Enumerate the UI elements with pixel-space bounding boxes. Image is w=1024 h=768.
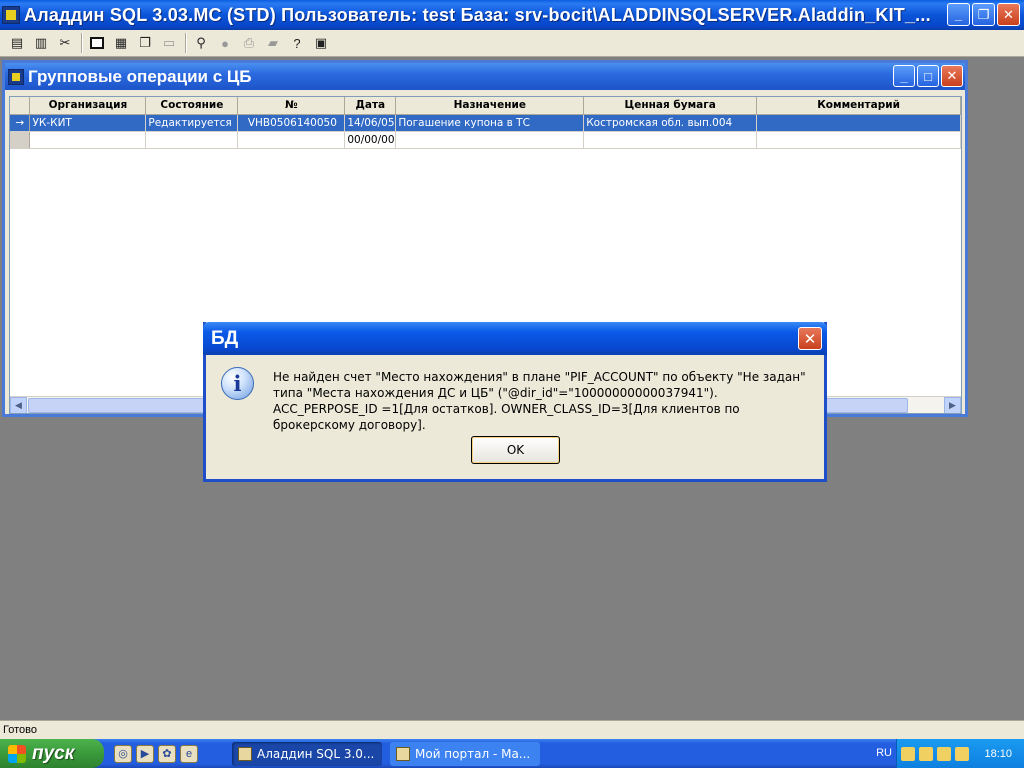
cell-state[interactable]: Редактируется <box>145 114 239 132</box>
child-window-controls: _ □ ✕ <box>893 65 963 87</box>
toolbar: ▤ ▥ ✂ ▦ ❐ ▭ ⚲ ● ⎙ ▰ ? ▣ <box>0 30 1024 57</box>
taskbar: пуск ◎ ▶ ✿ e Аладдин SQL 3.0... Мой порт… <box>0 739 1024 768</box>
minimize-button[interactable]: _ <box>947 3 970 26</box>
cell-number[interactable] <box>237 131 346 149</box>
monitor-icon[interactable] <box>955 746 969 761</box>
column-header-state[interactable]: Состояние <box>145 97 239 115</box>
tile-icon[interactable]: ▦ <box>110 32 132 54</box>
taskbar-item-label: Мой портал - Ма... <box>415 746 531 761</box>
network-icon[interactable] <box>937 746 951 761</box>
dialog-message: Не найден счет "Место нахождения" в план… <box>273 370 806 432</box>
cell-date[interactable]: 00/00/00 <box>344 131 397 149</box>
app-icon <box>2 6 20 24</box>
cell-purpose[interactable] <box>395 131 585 149</box>
column-header-comment[interactable]: Комментарий <box>756 97 961 115</box>
status-text: Готово <box>3 724 37 736</box>
cell-comment[interactable] <box>756 114 961 132</box>
minimize-button[interactable]: _ <box>893 65 915 87</box>
filter-icon[interactable]: ✂ <box>54 32 76 54</box>
column-header-indicator[interactable] <box>10 97 31 115</box>
app-icon <box>238 746 252 761</box>
arrange-icon[interactable]: ▭ <box>158 32 180 54</box>
row-indicator <box>10 131 31 149</box>
column-header-date[interactable]: Дата <box>344 97 397 115</box>
taskbar-item-aladdin[interactable]: Аладдин SQL 3.0... <box>232 741 382 766</box>
status-bar: Готово <box>0 720 1024 739</box>
column-header-security[interactable]: Ценная бумага <box>583 97 758 115</box>
ok-button[interactable]: OK <box>471 436 560 464</box>
calculator-icon[interactable]: ▣ <box>310 32 332 54</box>
window-controls: _ ❐ ✕ <box>947 3 1020 26</box>
close-button[interactable]: ✕ <box>997 3 1020 26</box>
cell-security[interactable]: Костромская обл. вып.004 <box>583 114 758 132</box>
dialog-title: БД <box>211 327 239 349</box>
tray-expand-icon[interactable] <box>901 746 915 761</box>
system-tray: 18:10 <box>896 739 1024 768</box>
toolbar-separator <box>81 33 83 53</box>
cell-security[interactable] <box>583 131 758 149</box>
database-icon[interactable]: ▥ <box>30 32 52 54</box>
taskbar-item-label: Аладдин SQL 3.0... <box>257 746 375 761</box>
maximize-button[interactable]: □ <box>917 65 939 87</box>
dialog-close-button[interactable]: ✕ <box>798 327 822 350</box>
table-header-row: Организация Состояние № Дата Назначение … <box>10 97 961 115</box>
cell-date[interactable]: 14/06/05 <box>344 114 397 132</box>
table-row[interactable]: 00/00/00 <box>10 131 961 149</box>
cascade-icon[interactable]: ❐ <box>134 32 156 54</box>
messenger-icon[interactable]: ✿ <box>158 744 176 763</box>
main-window-titlebar[interactable]: Аладдин SQL 3.03.MC (STD) Пользователь: … <box>0 0 1024 30</box>
child-window-titlebar[interactable]: Групповые операции с ЦБ _ □ ✕ <box>5 63 965 90</box>
outlook-icon[interactable]: ◎ <box>114 744 132 763</box>
cell-organization[interactable] <box>29 131 147 149</box>
main-window-title: Аладдин SQL 3.03.MC (STD) Пользователь: … <box>24 4 931 25</box>
quick-launch: ◎ ▶ ✿ e <box>114 744 198 763</box>
info-icon: i <box>221 367 254 400</box>
cell-purpose[interactable]: Погашение купона в ТС <box>395 114 585 132</box>
help-icon[interactable]: ? <box>286 32 308 54</box>
print-icon[interactable]: ⎙ <box>238 32 260 54</box>
language-indicator[interactable]: RU <box>876 747 892 759</box>
operations-table: Организация Состояние № Дата Назначение … <box>10 97 961 149</box>
toolbar-separator <box>185 33 187 53</box>
cell-organization[interactable]: УК-КИТ <box>29 114 147 132</box>
taskbar-item-portal[interactable]: Мой портал - Ма... <box>390 741 540 766</box>
table-row[interactable]: → УК-КИТ Редактируется VHB0506140050 14/… <box>10 114 961 132</box>
cell-number[interactable]: VHB0506140050 <box>237 114 346 132</box>
stamp-icon[interactable]: ● <box>214 32 236 54</box>
app-icon <box>8 68 24 85</box>
column-header-purpose[interactable]: Назначение <box>395 97 585 115</box>
export-icon[interactable]: ▰ <box>262 32 284 54</box>
restore-button[interactable]: ❐ <box>972 3 995 26</box>
browser-icon <box>396 746 410 761</box>
tray-app-icon[interactable] <box>919 746 933 761</box>
dialog-titlebar[interactable]: БД <box>203 322 827 355</box>
close-button[interactable]: ✕ <box>941 65 963 87</box>
internet-explorer-icon[interactable]: e <box>180 744 198 763</box>
media-player-icon[interactable]: ▶ <box>136 744 154 763</box>
document-list-icon[interactable]: ▤ <box>6 32 28 54</box>
windows-logo-icon <box>8 744 26 763</box>
scroll-right-icon[interactable]: ▶ <box>944 397 961 413</box>
clock: 18:10 <box>984 747 1012 760</box>
row-indicator-arrow-icon: → <box>10 114 31 132</box>
column-header-organization[interactable]: Организация <box>29 97 147 115</box>
start-label: пуск <box>32 742 75 764</box>
cell-state[interactable] <box>145 131 239 149</box>
error-dialog: БД ✕ i Не найден счет "Место нахождения"… <box>203 322 827 482</box>
child-window-title: Групповые операции с ЦБ <box>28 66 252 86</box>
binoculars-icon[interactable]: ⚲ <box>190 32 212 54</box>
window-icon[interactable] <box>86 32 108 54</box>
column-header-number[interactable]: № <box>237 97 346 115</box>
scroll-left-icon[interactable]: ◀ <box>10 397 27 413</box>
start-button[interactable]: пуск <box>0 739 104 768</box>
cell-comment[interactable] <box>756 131 961 149</box>
